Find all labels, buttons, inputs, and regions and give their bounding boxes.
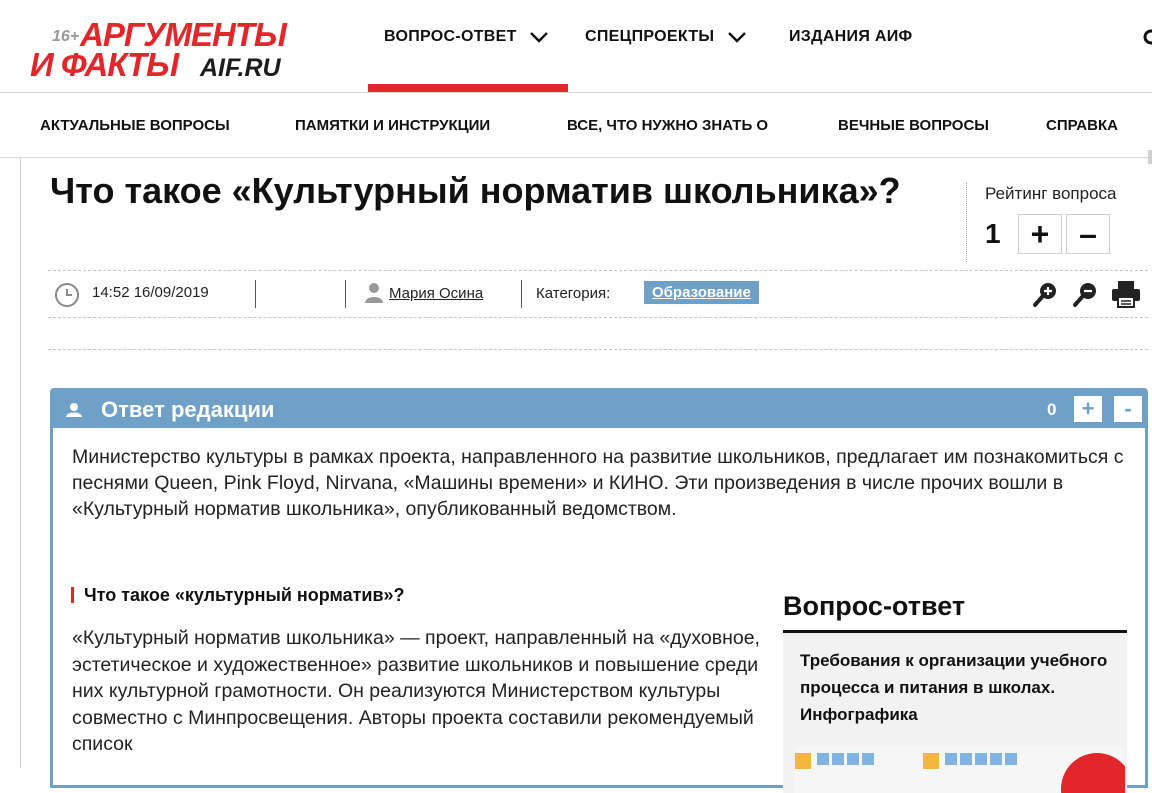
nav-izdaniya[interactable]: ИЗДАНИЯ АИФ [789,28,913,46]
zoom-out-icon[interactable] [1072,280,1100,308]
editorial-answer: Ответ редакции 0 + - Министерство культу… [50,388,1148,793]
answer-downvote-button[interactable]: - [1114,396,1142,422]
nav-label: СПЕЦПРОЕКТЫ [585,28,715,45]
sidebar-related-card[interactable]: Требования к организации учебного процес… [783,633,1127,793]
article-meta: 14:52 16/09/2019 Мария Осина Категория: … [50,280,1150,310]
content-right-border [1148,150,1152,164]
category-badge[interactable]: Образование [644,281,759,304]
subheading-marker [71,587,74,603]
category-label: Категория: [536,285,611,302]
meta-bottom-divider [48,317,1148,318]
subheading-text: Что такое «культурный норматив»? [84,585,405,605]
meta-separator [521,280,522,308]
nav-specproekty[interactable]: СПЕЦПРОЕКТЫ [585,28,747,46]
active-nav-indicator [368,84,568,92]
sub-navigation: АКТУАЛЬНЫЕ ВОПРОСЫ ПАМЯТКИ И ИНСТРУКЦИИ … [0,93,1152,157]
site-logo[interactable]: 16+ АРГУМЕНТЫ И ФАКТЫ AIF.RU [22,12,312,83]
rating-label: Рейтинг вопроса [985,184,1117,203]
rate-down-button[interactable]: – [1066,214,1110,254]
subnav-pamyatki[interactable]: ПАМЯТКИ И ИНСТРУКЦИИ [295,117,490,134]
answer-title: Ответ редакции [101,397,275,422]
chevron-down-icon [728,31,747,43]
answer-body-paragraph: «Культурный норматив школьника» — проект… [72,627,760,755]
answer-vote-count: 0 [1047,400,1057,419]
sidebar-widget-title: Вопрос-ответ [783,591,966,621]
answer-lead-paragraph: Министерство культуры в рамках проекта, … [72,446,1124,520]
print-icon[interactable] [1110,280,1142,308]
section-subheading: Что такое «культурный норматив»? [71,585,405,606]
clock-icon [55,283,79,307]
age-badge: 16+ [52,28,80,45]
logo-line-2: И ФАКТЫ [30,46,179,83]
meta-separator [345,280,346,308]
top-header: 16+ АРГУМЕНТЫ И ФАКТЫ AIF.RU ВОПРОС-ОТВЕ… [0,0,1152,92]
meta-top-divider [48,270,1148,271]
subnav-vse-chto-nuzhno[interactable]: ВСЕ, ЧТО НУЖНО ЗНАТЬ О [567,117,768,134]
nav-label: ИЗДАНИЯ АИФ [789,28,913,45]
nav-label: ВОПРОС-ОТВЕТ [384,28,517,45]
chevron-down-icon [530,31,549,43]
publish-datetime: 14:52 16/09/2019 [92,284,209,301]
content-divider [48,349,1148,350]
rating-value: 1 [985,218,1001,249]
subnav-divider [0,157,1152,158]
subnav-spravka[interactable]: СПРАВКА [1046,117,1118,134]
answer-header: Ответ редакции 0 + - [53,391,1145,428]
meta-separator [255,280,256,308]
user-icon [365,283,383,303]
related-card-title[interactable]: Требования к организации учебного процес… [800,647,1120,728]
search-icon[interactable] [1142,28,1152,50]
zoom-in-icon[interactable] [1032,280,1060,308]
rating-divider [966,182,968,262]
infographic-thumbnail[interactable] [795,747,1125,793]
rate-up-button[interactable]: + [1018,214,1062,254]
subnav-vechnye[interactable]: ВЕЧНЫЕ ВОПРОСЫ [838,117,989,134]
answer-upvote-button[interactable]: + [1074,396,1102,422]
nav-vopros-otvet[interactable]: ВОПРОС-ОТВЕТ [384,28,549,46]
subnav-aktualnye[interactable]: АКТУАЛЬНЫЕ ВОПРОСЫ [40,117,230,134]
page-title: Что такое «Культурный норматив школьника… [50,170,901,211]
content-left-border [20,158,21,768]
person-icon [66,403,82,417]
author-link[interactable]: Мария Осина [389,285,483,302]
logo-site-name: AIF.RU [200,54,281,82]
